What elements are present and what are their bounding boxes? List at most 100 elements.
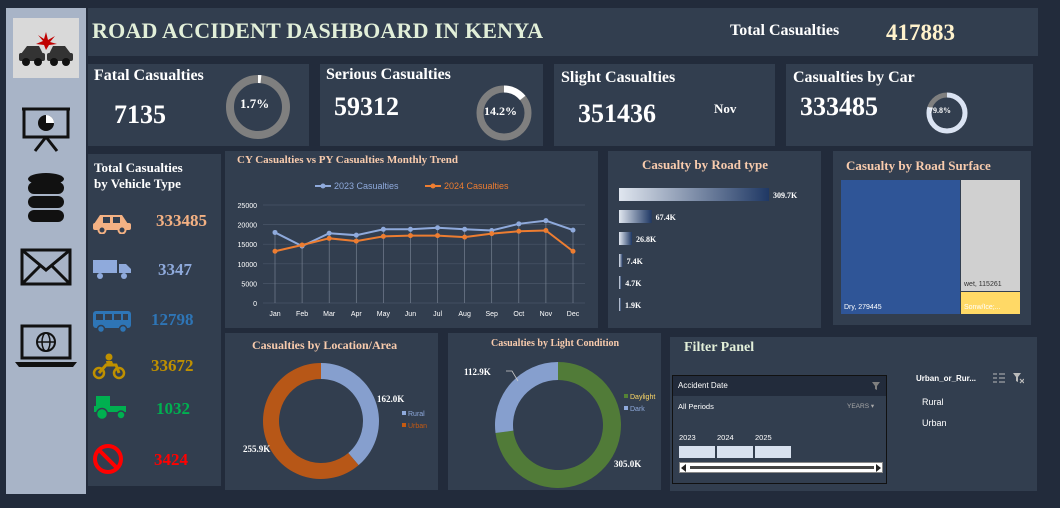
vehicle-value-truck: 3347 (158, 260, 192, 279)
series-1-point-6 (435, 233, 441, 239)
road-type-bar-5 (619, 298, 621, 311)
page-title: ROAD ACCIDENT DASHBOARD IN KENYA (92, 18, 544, 43)
x-tick-nov: Nov (540, 311, 553, 318)
series-0-point-9 (516, 221, 522, 227)
mail-icon[interactable] (6, 248, 86, 286)
serious-card: Serious Casualties 59312 14.2% (320, 64, 543, 146)
location-legend-urban: Urban (408, 423, 427, 430)
car-crash-icon (19, 32, 73, 66)
road-surface-title: Casualty by Road Surface (846, 158, 991, 173)
year-tile-2025[interactable] (755, 446, 791, 458)
truck-icon (93, 260, 131, 279)
serious-label: Serious Casualties (326, 66, 451, 83)
series-1-point-2 (326, 235, 332, 241)
timeline-scrollbar[interactable] (679, 462, 883, 473)
slight-card: Slight Casualties 351436 Nov (554, 64, 775, 146)
legend-label-0: 2023 Casualties (334, 181, 399, 191)
chevron-down-icon: ▾ (870, 403, 875, 410)
x-tick-mar: Mar (323, 311, 336, 318)
funnel-icon[interactable] (871, 381, 881, 391)
fatal-card: Fatal Casualties 7135 1.7% (88, 64, 309, 146)
x-tick-dec: Dec (567, 311, 580, 318)
series-1-point-11 (570, 248, 576, 254)
x-tick-jul: Jul (433, 311, 442, 318)
serious-percent: 14.2% (484, 104, 517, 118)
x-tick-jun: Jun (405, 311, 416, 318)
series-1-point-0 (272, 248, 278, 254)
x-tick-aug: Aug (458, 311, 471, 318)
x-tick-may: May (377, 311, 391, 318)
series-1-point-10 (543, 227, 549, 233)
sidebar (6, 8, 86, 494)
location-card: Casualties by Location/Area 162.0K 255.9K… (225, 333, 438, 490)
no-entry-icon (93, 444, 123, 474)
multi-select-icon[interactable] (993, 373, 1005, 383)
road-type-label-0: 309.7K (773, 191, 798, 200)
scroll-right-icon[interactable] (876, 464, 881, 472)
total-casualties-label: Total Casualties (730, 22, 840, 39)
surface-wet[interactable]: wet, 115261 (961, 180, 1020, 291)
year-tile-2024[interactable] (717, 446, 753, 458)
trend-chart: 2023 Casualties 2024 Casualties 0 5000 10000… (238, 181, 585, 318)
area-slicer: Urban_or_Rur... Rural Urban (910, 367, 1035, 467)
series-1-point-3 (353, 238, 359, 244)
road-type-bar-4 (619, 276, 622, 289)
clear-filter-icon[interactable] (1012, 372, 1024, 384)
years-dropdown[interactable]: YEARS ▾ (847, 402, 874, 410)
road-surface-card: Casualty by Road Surface Dry, 279445 wet… (833, 151, 1031, 325)
laptop-globe-icon[interactable] (6, 324, 86, 368)
area-slicer-title: Urban_or_Rur... (916, 374, 977, 383)
scroll-thumb[interactable] (690, 466, 874, 469)
y-tick-5: 25000 (238, 203, 258, 210)
series-1-point-7 (462, 234, 468, 240)
series-1-point-5 (407, 233, 413, 239)
car-value: 333485 (800, 92, 878, 121)
location-donut: 162.0K 255.9K Rural Urban (243, 363, 427, 479)
road-type-label-1: 67.4K (656, 213, 677, 222)
series-0-point-11 (570, 227, 576, 233)
light-card: Casualties by Light Condition 112.9K 305.… (448, 333, 661, 490)
years-dropdown-label: YEARS (847, 403, 870, 410)
series-0-point-3 (353, 232, 359, 238)
light-legend-dark: Dark (630, 406, 645, 413)
surface-snow-ice[interactable]: Sonw/Ice;... (961, 292, 1020, 314)
series-1-point-8 (489, 231, 495, 237)
sidebar-logo[interactable] (13, 18, 79, 78)
road-type-label-2: 26.8K (636, 235, 657, 244)
legend-marker-1 (430, 183, 436, 189)
total-casualties-value: 417883 (886, 20, 955, 45)
series-0-point-4 (380, 226, 386, 232)
area-option-urban[interactable]: Urban (922, 418, 947, 428)
area-option-rural[interactable]: Rural (922, 397, 944, 407)
vehicle-value-other: 3424 (154, 450, 188, 469)
road-type-bar-3 (619, 254, 623, 267)
vehicle-title-line1: Total Casualties (94, 160, 183, 175)
road-type-label-5: 1.9K (625, 301, 642, 310)
light-legend-daylight: Daylight (630, 394, 655, 401)
location-label-urban: 255.9K (243, 444, 270, 454)
database-icon[interactable] (6, 172, 86, 224)
location-legend-swatch-1 (402, 423, 406, 427)
year-tile-2023[interactable] (679, 446, 715, 458)
date-slicer-title: Accident Date (678, 381, 728, 390)
road-type-card: Casualty by Road type 309.7K 67.4K 26.8K 7.… (608, 151, 821, 328)
slight-month: Nov (714, 101, 737, 116)
x-tick-apr: Apr (351, 311, 363, 318)
road-type-bar-0 (619, 188, 769, 201)
y-tick-2: 10000 (238, 262, 258, 269)
x-tick-feb: Feb (296, 311, 308, 318)
y-tick-0: 0 (253, 301, 257, 308)
y-tick-4: 20000 (238, 223, 258, 230)
year-label-2024: 2024 (717, 433, 734, 442)
surface-dry[interactable]: Dry, 279445 (841, 180, 960, 314)
date-slicer: Accident Date All Periods YEARS ▾ 2023 2… (672, 375, 887, 484)
vehicle-title-line2: by Vehicle Type (94, 176, 181, 191)
serious-value: 59312 (334, 92, 399, 121)
fatal-value: 7135 (114, 100, 166, 129)
all-periods-label: All Periods (678, 402, 714, 411)
presentation-icon[interactable] (6, 106, 86, 152)
trend-chart-card: CY Casualties vs PY Casualties Monthly T… (225, 151, 598, 328)
surface-wet-label: wet, 115261 (964, 281, 1002, 288)
scroll-left-icon[interactable] (681, 464, 686, 472)
series-0-point-10 (543, 218, 549, 224)
